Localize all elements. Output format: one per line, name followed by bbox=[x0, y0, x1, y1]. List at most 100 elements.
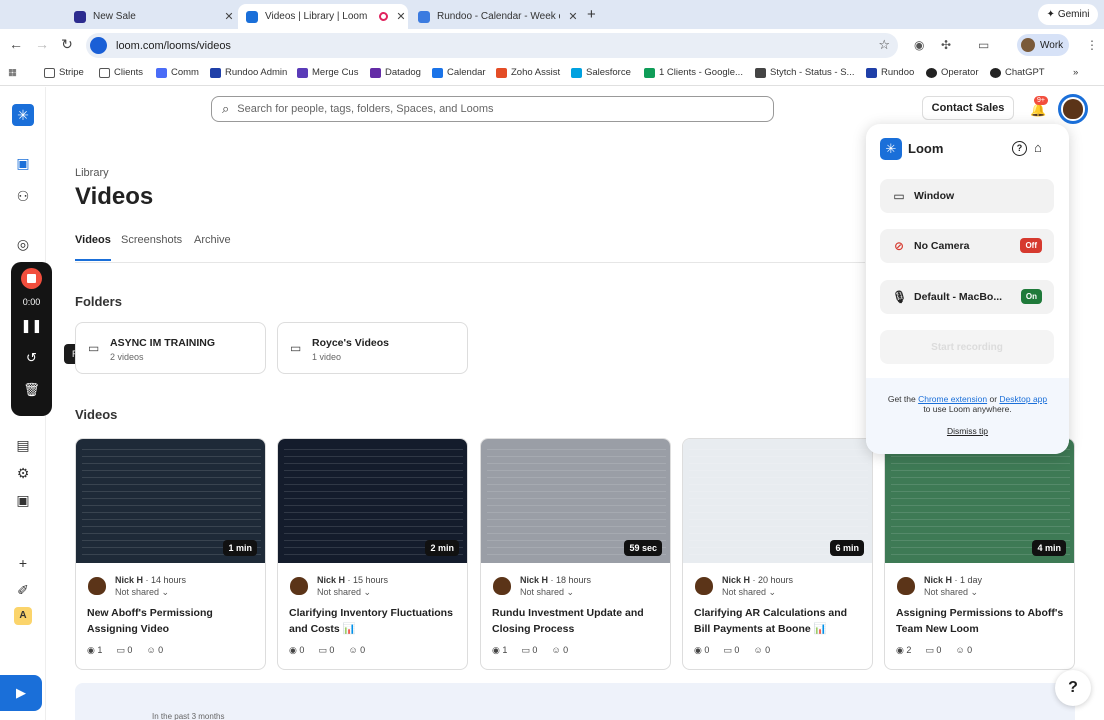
video-title[interactable]: Assigning Permissions to Aboff's Team Ne… bbox=[896, 605, 1068, 637]
address-bar[interactable]: loom.com/looms/videos ☆ bbox=[86, 33, 898, 58]
add-user-icon[interactable]: ⚇ bbox=[14, 187, 32, 205]
reload-icon[interactable]: ↻ bbox=[58, 36, 76, 53]
bookmark-operator[interactable]: Operator bbox=[926, 67, 979, 78]
close-tab-icon[interactable]: ✕ bbox=[394, 10, 408, 23]
stop-recording-button[interactable] bbox=[21, 268, 42, 289]
video-card[interactable]: 4 min Nick H · 1 day Not shared ⌄ Assigning… bbox=[884, 438, 1075, 670]
search-bar[interactable]: ⌕ bbox=[211, 96, 774, 122]
video-title[interactable]: Rundu Investment Update and Closing Proc… bbox=[492, 605, 664, 637]
sharing-dropdown[interactable]: Not shared ⌄ bbox=[924, 587, 978, 598]
forward-arrow-icon[interactable]: → bbox=[33, 36, 51, 52]
help-button[interactable]: ? bbox=[1055, 670, 1091, 706]
sharing-dropdown[interactable]: Not shared ⌄ bbox=[317, 587, 371, 598]
close-tab-icon[interactable]: ✕ bbox=[222, 10, 236, 23]
sharing-dropdown[interactable]: Not shared ⌄ bbox=[520, 587, 574, 598]
video-title[interactable]: New Aboff's Permissiong Assigning Video bbox=[87, 605, 259, 637]
bookmark-merge-cus[interactable]: Merge Cus bbox=[297, 67, 358, 78]
integration-icon[interactable]: ✐ bbox=[14, 581, 32, 599]
start-recording-button[interactable]: Start recording bbox=[880, 330, 1054, 364]
trash-icon[interactable]: 🗑 bbox=[11, 382, 52, 398]
video-duration: 1 min bbox=[223, 540, 257, 556]
camera-select[interactable]: ⊘ No Camera Off bbox=[880, 229, 1054, 263]
tab-screenshots[interactable]: Screenshots bbox=[121, 234, 182, 246]
home-icon[interactable]: ⌂ bbox=[1034, 140, 1042, 155]
sharing-dropdown[interactable]: Not shared ⌄ bbox=[722, 587, 776, 598]
restart-icon[interactable]: ↺ bbox=[11, 350, 52, 366]
breadcrumb[interactable]: Library bbox=[75, 167, 109, 179]
dismiss-tip-link[interactable]: Dismiss tip bbox=[866, 426, 1069, 436]
capture-mode-select[interactable]: ▭ Window bbox=[880, 179, 1054, 213]
extension-loom-icon[interactable]: ◉ bbox=[914, 38, 924, 52]
library-icon[interactable]: ▣ bbox=[14, 154, 32, 172]
desktop-app-link[interactable]: Desktop app bbox=[999, 394, 1047, 404]
tab-archive[interactable]: Archive bbox=[194, 234, 231, 246]
cast-icon[interactable]: ▭ bbox=[978, 38, 989, 52]
site-info-icon[interactable] bbox=[90, 37, 107, 54]
contact-sales-button[interactable]: Contact Sales bbox=[922, 96, 1014, 120]
tab-loom-videos[interactable]: Videos | Library | Loom ✕ bbox=[238, 4, 408, 29]
help-icon[interactable]: ? bbox=[1012, 141, 1027, 156]
comments-stat: ▭ 0 bbox=[723, 645, 739, 656]
close-tab-icon[interactable]: ✕ bbox=[566, 10, 580, 23]
video-card[interactable]: 1 min Nick H · 14 hours Not shared ⌄ New Ab… bbox=[75, 438, 266, 670]
bookmark-stripe[interactable]: Stripe bbox=[44, 67, 84, 78]
new-tab-button[interactable]: + bbox=[587, 6, 596, 23]
gemini-button[interactable]: ✦ Gemini bbox=[1038, 4, 1098, 25]
notification-badge: 9+ bbox=[1034, 96, 1048, 105]
bookmark-datadog[interactable]: Datadog bbox=[370, 67, 421, 78]
extensions-puzzle-icon[interactable]: ✣ bbox=[941, 38, 951, 52]
user-avatar[interactable] bbox=[1058, 94, 1088, 124]
video-thumbnail[interactable]: 59 sec bbox=[481, 439, 670, 563]
search-input[interactable] bbox=[237, 103, 738, 115]
chrome-extension-link[interactable]: Chrome extension bbox=[918, 394, 987, 404]
bookmark-rundoo-admin[interactable]: Rundoo Admin bbox=[210, 67, 287, 78]
bookmark-comm[interactable]: Comm bbox=[156, 67, 199, 78]
bookmark-label: Operator bbox=[941, 67, 979, 78]
microphone-toggle[interactable]: On bbox=[1020, 289, 1042, 304]
loom-logo-icon[interactable]: ✳ bbox=[12, 104, 34, 126]
video-thumbnail[interactable]: 1 min bbox=[76, 439, 265, 563]
bookmark-star-icon[interactable]: ☆ bbox=[878, 37, 890, 53]
folder-royces-videos[interactable]: ▭ Royce's Videos 1 video bbox=[277, 322, 468, 374]
bookmark-salesforce[interactable]: Salesforce bbox=[571, 67, 631, 78]
folder-async-im-training[interactable]: ▭ ASYNC IM TRAINING 2 videos bbox=[75, 322, 266, 374]
video-thumbnail[interactable]: 6 min bbox=[683, 439, 872, 563]
notes-icon[interactable]: ▤ bbox=[14, 436, 32, 454]
plus-icon[interactable]: + bbox=[14, 554, 32, 572]
video-card[interactable]: 59 sec Nick H · 18 hours Not shared ⌄ Rundu… bbox=[480, 438, 671, 670]
sharing-dropdown[interactable]: Not shared ⌄ bbox=[115, 587, 169, 598]
video-title[interactable]: Clarifying AR Calculations and Bill Paym… bbox=[694, 605, 866, 637]
settings-gear-icon[interactable]: ⚙ bbox=[14, 464, 32, 482]
browser-menu-icon[interactable]: ⋮ bbox=[1086, 38, 1098, 52]
video-author-line: Nick H · 14 hours bbox=[115, 575, 187, 585]
tab-videos[interactable]: Videos bbox=[75, 234, 111, 261]
pause-icon[interactable]: ❚❚ bbox=[11, 318, 52, 334]
video-title[interactable]: Clarifying Inventory Fluctuations and Co… bbox=[289, 605, 461, 637]
bookmark-stytch[interactable]: Stytch - Status - S... bbox=[755, 67, 854, 78]
video-thumbnail[interactable]: 2 min bbox=[278, 439, 467, 563]
bookmark-chatgpt[interactable]: ChatGPT bbox=[990, 67, 1045, 78]
bookmark-rundoo[interactable]: Rundoo bbox=[866, 67, 914, 78]
back-arrow-icon[interactable]: ← bbox=[7, 36, 25, 52]
profile-icon[interactable]: ◎ bbox=[14, 235, 32, 253]
tab-new-sale[interactable]: New Sale ✕ bbox=[66, 4, 236, 29]
more-bookmarks-icon[interactable]: » bbox=[1073, 67, 1078, 78]
video-card[interactable]: 2 min Nick H · 15 hours Not shared ⌄ Clarif… bbox=[277, 438, 468, 670]
comments-stat: ▭ 0 bbox=[116, 645, 132, 656]
video-card[interactable]: 6 min Nick H · 20 hours Not shared ⌄ Clarif… bbox=[682, 438, 873, 670]
microphone-select[interactable]: 🎙 Default - MacBo... On bbox=[880, 280, 1054, 314]
apps-grid-icon[interactable]: ▦ bbox=[8, 67, 17, 78]
browser-toolbar: ← → ↻ loom.com/looms/videos ☆ ◉ ✣ ▭ Work… bbox=[0, 29, 1104, 62]
tab-rundoo-calendar[interactable]: Rundoo - Calendar - Week of ✕ bbox=[410, 4, 580, 29]
screen-icon[interactable]: ▣ bbox=[14, 491, 32, 509]
bookmark-clients[interactable]: Clients bbox=[99, 67, 143, 78]
bookmark-clients-google[interactable]: 1 Clients - Google... bbox=[644, 67, 743, 78]
camera-bubble-button[interactable]: ▶ bbox=[0, 675, 42, 711]
bookmark-calendar[interactable]: Calendar bbox=[432, 67, 486, 78]
bookmark-zoho-assist[interactable]: Zoho Assist bbox=[496, 67, 560, 78]
video-thumbnail[interactable]: 4 min bbox=[885, 439, 1074, 563]
camera-toggle[interactable]: Off bbox=[1020, 238, 1042, 253]
workspace-avatar-icon[interactable]: A bbox=[14, 607, 32, 625]
smiley-icon: ☺ bbox=[146, 645, 156, 655]
profile-button[interactable]: Work bbox=[1017, 34, 1069, 56]
